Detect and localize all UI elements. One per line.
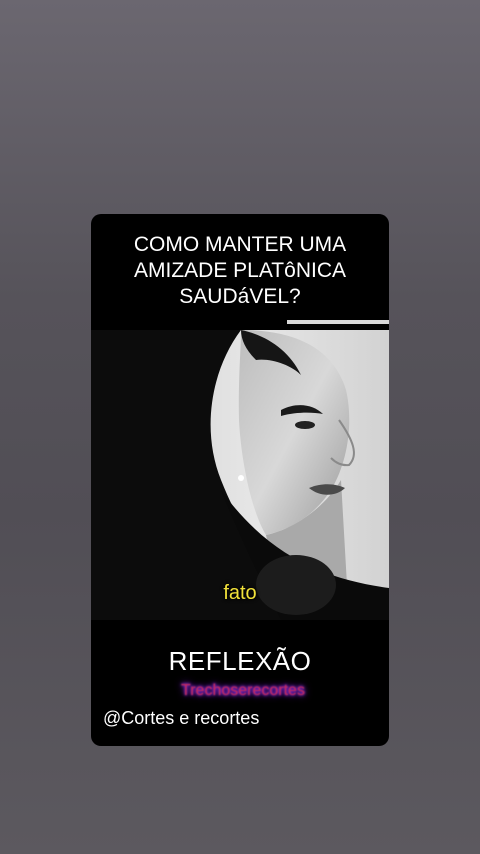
portrait-image: [91, 330, 389, 620]
title-line-2: AMIZADE PLATôNICA: [134, 259, 346, 282]
reflexao-heading: REFLEXÃO: [168, 646, 312, 676]
title-line-3: SAUDáVEL?: [179, 285, 301, 308]
title-line-1: COMO MANTER UMA: [133, 233, 347, 256]
caption-text: fato: [223, 582, 257, 604]
watermark-text: Trechoserecortes: [181, 682, 305, 699]
video-title: COMO MANTER UMA AMIZADE PLATôNICA SAUDáV…: [91, 232, 389, 310]
video-card[interactable]: COMO MANTER UMA AMIZADE PLATôNICA SAUDáV…: [91, 214, 389, 746]
channel-handle[interactable]: @Cortes e recortes: [103, 708, 259, 729]
progress-bar: [287, 320, 389, 324]
